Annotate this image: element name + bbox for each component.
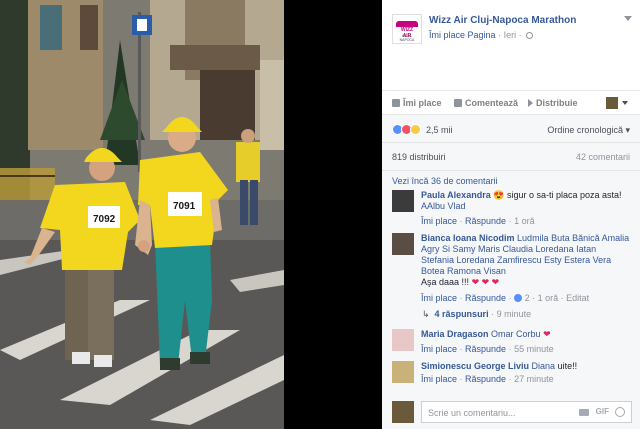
comment-like-link[interactable]: Îmi place (421, 374, 457, 384)
comment-input[interactable]: Scrie un comentariu... GIF (421, 401, 632, 423)
comment-count: 42 comentarii (575, 152, 630, 162)
reactions-bar: 2,5 mii Ordine cronologică ▾ (382, 114, 640, 142)
marathon-runners-photo: 7092 7091 (0, 0, 284, 429)
comment-tag[interactable]: Omar Corbu (491, 329, 541, 339)
comment-icon (454, 99, 462, 107)
comment-placeholder: Scrie un comentariu... (428, 408, 516, 418)
reaction-count[interactable]: 2,5 mii (426, 125, 453, 135)
comment-footer: Îmi place · Răspunde · 2 · 1 oră · Edita… (421, 293, 590, 303)
share-count[interactable]: 819 distribuiri (392, 152, 446, 162)
comment-reply-link[interactable]: Răspunde (465, 374, 506, 384)
like-icon (392, 99, 400, 107)
post-side-panel: WIZZ AIR CLUJ-NAPOCA Wizz Air Cluj-Napoc… (382, 0, 640, 429)
comment-text: Paula Alexandra 😍 sigur o sa-ti placa po… (421, 190, 622, 211)
bib-number-left: 7092 (93, 214, 116, 225)
gif-button[interactable]: GIF (596, 407, 609, 416)
comment-reply-link[interactable]: Răspunde (465, 293, 506, 303)
comment-item: Paula Alexandra 😍 sigur o sa-ti placa po… (392, 190, 632, 226)
separator: · (498, 30, 502, 40)
camera-icon[interactable] (579, 409, 589, 416)
view-more-comments-link[interactable]: Vezi încă 36 de comentarii (392, 176, 498, 186)
chevron-down-icon[interactable] (624, 16, 632, 21)
like-button[interactable]: Îmi place (392, 98, 442, 108)
avatar[interactable] (392, 190, 414, 212)
avatar[interactable] (392, 233, 414, 255)
avatar[interactable] (392, 329, 414, 351)
globe-icon (526, 32, 534, 39)
comment-item: Bianca Ioana Nicodim Ludmila Buta Bănică… (392, 233, 632, 305)
comment-author[interactable]: Bianca Ioana Nicodim (421, 233, 515, 243)
comment-author[interactable]: Simionescu George Liviu (421, 361, 529, 371)
actor-avatar[interactable] (606, 97, 618, 109)
comment-footer: Îmi place · Răspunde · 27 minute (421, 374, 554, 384)
post-actions: Îmi place Comentează Distribuie (382, 90, 640, 114)
post-header: WIZZ AIR CLUJ-NAPOCA Wizz Air Cluj-Napoc… (382, 0, 640, 90)
comment-author[interactable]: Paula Alexandra (421, 190, 491, 200)
comment-composer: Scrie un comentariu... GIF (392, 401, 632, 425)
comment-footer: Îmi place · Răspunde · 1 oră (421, 216, 535, 226)
comment-footer: Îmi place · Răspunde · 55 minute (421, 344, 554, 354)
comment-tag[interactable]: Diana (532, 361, 556, 371)
avatar[interactable] (392, 401, 414, 423)
page-like-link[interactable]: Îmi place Pagina (429, 30, 496, 40)
post-stats: 819 distribuiri 42 comentarii (382, 142, 640, 170)
avatar[interactable] (392, 361, 414, 383)
comment-text: Maria Dragason Omar Corbu ❤ (421, 329, 551, 339)
comment-item: Simionescu George Liviu Diana uite!! Îmi… (392, 361, 632, 389)
comment-reply-link[interactable]: Răspunde (465, 216, 506, 226)
comment-like-link[interactable]: Îmi place (421, 293, 457, 303)
page-name-link[interactable]: Wizz Air Cluj-Napoca Marathon (429, 15, 576, 26)
chevron-down-icon[interactable] (622, 101, 628, 105)
comment-like-link[interactable]: Îmi place (421, 344, 457, 354)
comment-like-link[interactable]: Îmi place (421, 216, 457, 226)
comment-button[interactable]: Comentează (454, 98, 518, 108)
comment-reply-link[interactable]: Răspunde (465, 344, 506, 354)
wow-reaction-icon[interactable] (410, 124, 421, 135)
view-replies-link[interactable]: ↳ 4 răspunsuri · 9 minute (422, 309, 531, 320)
like-reaction-icon (514, 294, 523, 302)
post-photo[interactable]: 7092 7091 (0, 0, 284, 429)
reply-arrow-icon: ↳ (422, 309, 430, 319)
page-logo[interactable]: WIZZ AIR CLUJ-NAPOCA (392, 14, 422, 44)
comment-author[interactable]: Maria Dragason (421, 329, 489, 339)
comment-text: Simionescu George Liviu Diana uite!! (421, 361, 578, 371)
comment-tag[interactable]: AAlbu Vlad (421, 201, 466, 211)
post-meta: Îmi place Pagina · Ieri · (429, 30, 534, 40)
comment-item: Maria Dragason Omar Corbu ❤ Îmi place · … (392, 329, 632, 357)
separator: · (518, 30, 522, 40)
lightbox-backdrop (284, 0, 382, 429)
post-time[interactable]: Ieri (504, 30, 517, 40)
comment-text: Bianca Ioana Nicodim Ludmila Buta Bănică… (421, 233, 630, 287)
share-icon (528, 99, 533, 107)
bib-number-right: 7091 (173, 201, 196, 212)
comment-order-dropdown[interactable]: Ordine cronologică ▾ (547, 125, 630, 136)
smiley-icon[interactable] (615, 407, 625, 417)
share-button[interactable]: Distribuie (528, 98, 578, 108)
